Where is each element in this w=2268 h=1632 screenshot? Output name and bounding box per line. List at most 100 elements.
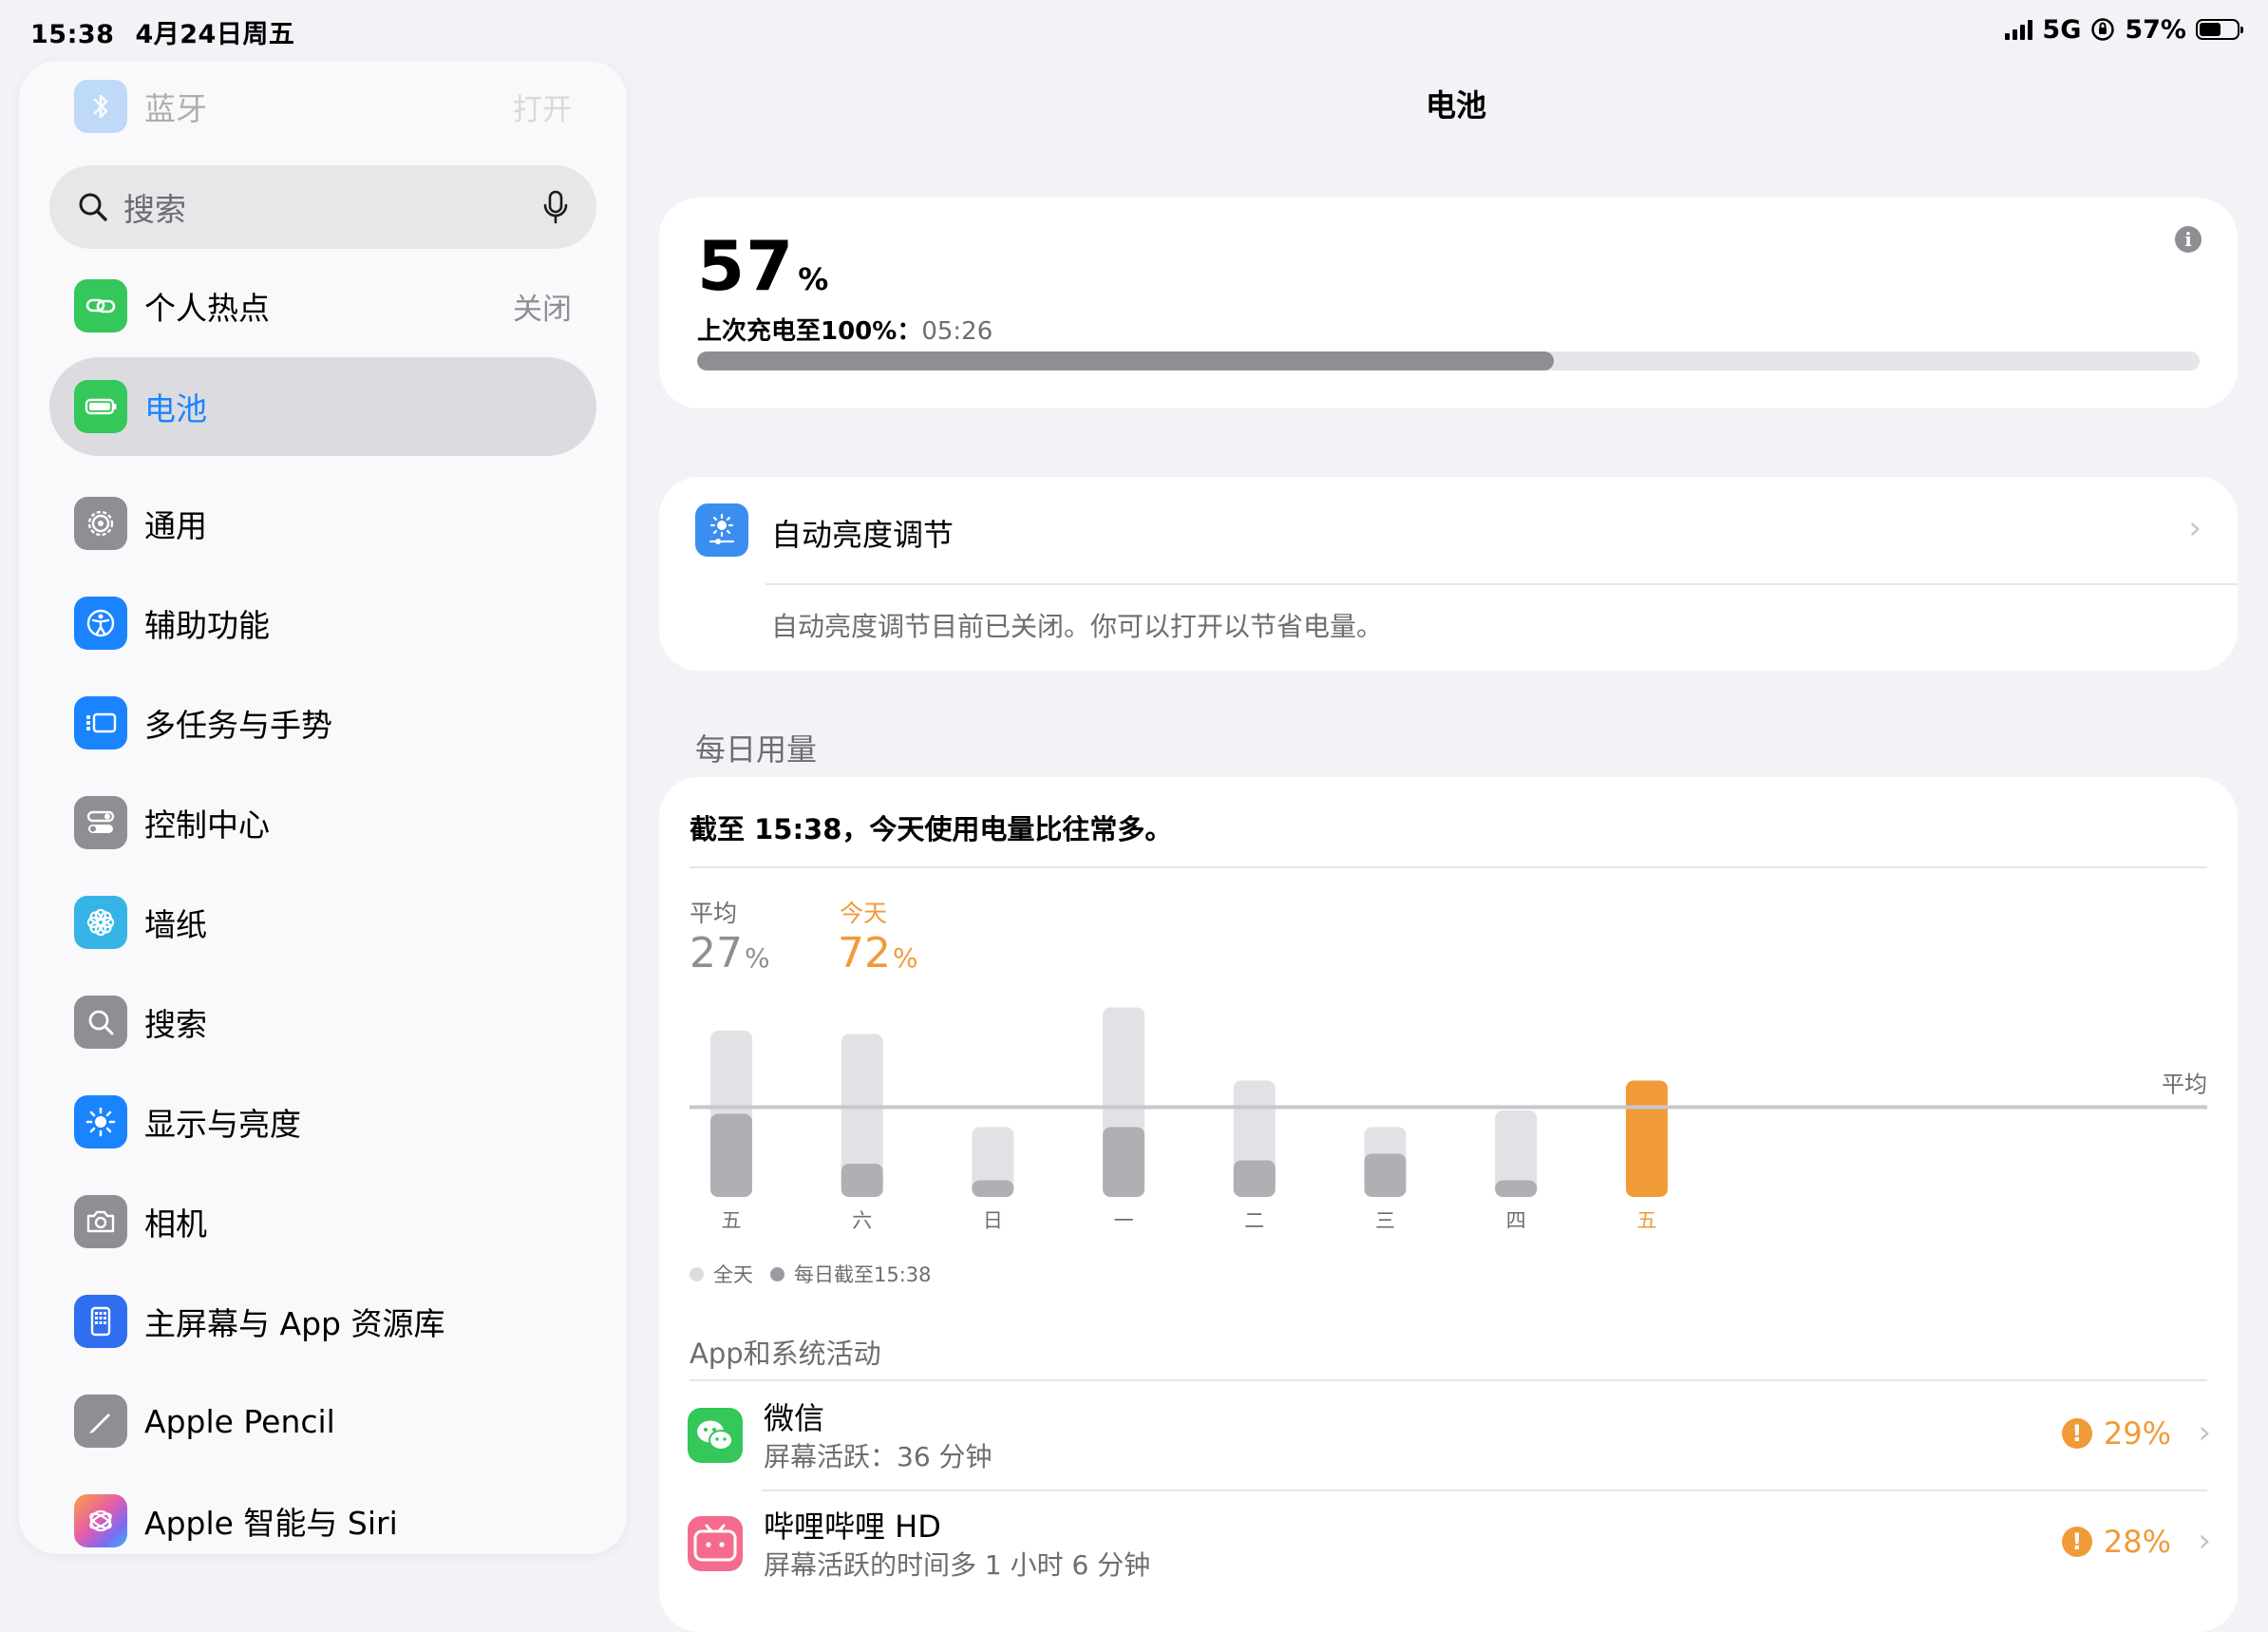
chevron-right-icon: › [2188,509,2202,547]
battery-status-icon [2196,19,2243,40]
sidebar-item-apple-intelligence-siri[interactable]: Apple 智能与 Siri [74,1483,572,1554]
auto-brightness-title: 自动亮度调节 [771,517,954,553]
bar-until-now [1103,1127,1145,1197]
app-usage-percent-value: 28% [2103,1524,2171,1560]
sidebar-item-label: 控制中心 [144,807,270,844]
divider [690,1379,2207,1381]
pencil-icon [74,1395,127,1448]
x-tick-label: 五 [722,1209,742,1232]
sidebar-item-general[interactable]: 通用 [74,485,572,561]
app-usage-percent: ! 28% [2061,1524,2171,1560]
sidebar-item-wallpaper[interactable]: 墙纸 [74,884,572,960]
wallpaper-icon [74,896,127,949]
sidebar-item-display-brightness[interactable]: 显示与亮度 [74,1084,572,1160]
page-title: 电池 [1425,87,1486,123]
sidebar-item-apple-pencil[interactable]: Apple Pencil [74,1383,572,1459]
chevron-right-icon: › [2198,1414,2211,1452]
sidebar-item-home-screen[interactable]: 主屏幕与 App 资源库 [74,1283,572,1359]
battery-icon [74,380,127,433]
daily-usage-chart: 五 六 日 一 二 三 四 五 平均 [690,1007,2207,1232]
sidebar-item-label: 搜索 [144,1006,207,1043]
status-time: 15:38 [30,20,115,49]
sidebar-item-value: 打开 [513,92,572,127]
microphone-icon[interactable] [541,189,570,225]
app-detail: 屏幕活跃：36 分钟 [764,1441,992,1472]
sidebar-item-control-center[interactable]: 控制中心 [74,785,572,861]
battery-percent-value: 57 [697,226,795,306]
app-activity-section-title: App和系统活动 [690,1338,881,1370]
x-tick-label: 六 [852,1209,872,1232]
sidebar-item-hotspot[interactable]: 个人热点 关闭 [74,268,572,344]
legend-dot-all-day [690,1266,704,1281]
hotspot-icon [74,279,127,332]
divider [765,583,2238,585]
sidebar-item-search[interactable]: 搜索 [74,984,572,1060]
sidebar-item-label: 通用 [144,507,207,544]
chart-legend: 全天 每日截至15:38 [690,1260,932,1288]
sidebar-search-input[interactable]: 搜索 [49,165,596,249]
bar-until-now [1495,1180,1538,1197]
auto-brightness-card[interactable]: 自动亮度调节 › 自动亮度调节目前已关闭。你可以打开以节省电量。 [659,477,2238,671]
last-charge-time: 05:26 [921,317,993,346]
warning-icon: ! [2061,1527,2092,1557]
x-tick-label: 二 [1244,1209,1264,1232]
battery-level-card: 57% i 上次充电至100%：05:26 [659,198,2238,408]
x-tick-label: 日 [983,1209,1003,1232]
sidebar-item-camera[interactable]: 相机 [74,1184,572,1260]
battery-level-bar [697,351,2200,370]
bluetooth-icon [74,80,127,133]
daily-usage-section-title: 每日用量 [695,731,818,768]
battery-level-fill [697,351,1554,370]
orientation-lock-icon [2091,18,2115,41]
sidebar-item-label: Apple 智能与 Siri [144,1505,398,1542]
sidebar-item-label: 电池 [144,390,207,427]
settings-sidebar: 蓝牙 打开 搜索 个人热点 关闭 电池 通用 辅助功能 多任务与手势 控制中心 … [19,61,627,1554]
camera-icon [74,1195,127,1248]
cellular-signal-icon [2005,19,2033,40]
siri-icon [74,1494,127,1547]
legend-all-day: 全天 [713,1263,753,1286]
last-charge-info: 上次充电至100%：05:26 [697,312,992,347]
auto-brightness-description: 自动亮度调节目前已关闭。你可以打开以节省电量。 [771,611,1384,642]
divider [762,1490,2207,1491]
x-tick-label: 一 [1114,1209,1134,1232]
status-indicators: 5G 57% [2005,13,2243,46]
auto-brightness-icon [695,503,748,557]
bar-until-now [972,1180,1014,1197]
x-tick-label: 三 [1375,1209,1395,1232]
accessibility-icon [74,597,127,650]
sidebar-item-label: Apple Pencil [144,1402,335,1440]
daily-usage-card: 截至 15:38，今天使用电量比往常多。 平均 27% 今天 72% 五六日一二… [659,777,2238,1632]
status-time-date: 15:38 4月24日周五 [30,13,294,50]
battery-percent-unit: % [798,261,830,297]
bar-today [1625,1080,1668,1197]
network-type: 5G [2042,14,2082,45]
bar-until-now [1233,1160,1276,1197]
app-usage-percent-value: 29% [2103,1415,2171,1452]
legend-until-now: 每日截至15:38 [794,1263,932,1286]
info-icon[interactable]: i [2175,226,2202,253]
battery-status-fill [2200,23,2221,36]
app-name: 微信 [764,1400,825,1436]
bar-until-now [1364,1153,1407,1197]
sidebar-item-multitasking[interactable]: 多任务与手势 [74,685,572,761]
sidebar-item-label: 个人热点 [144,290,270,327]
sidebar-item-label: 相机 [144,1205,207,1243]
bar-until-now [710,1113,752,1197]
bar-until-now [841,1164,883,1197]
control-center-icon [74,796,127,849]
search-icon [74,996,127,1049]
sidebar-item-bluetooth[interactable]: 蓝牙 打开 [74,68,572,144]
app-name: 哔哩哔哩 HD [764,1509,941,1545]
sidebar-item-label: 主屏幕与 App 资源库 [144,1305,445,1342]
brightness-icon [74,1095,127,1148]
last-charge-label: 上次充电至100%： [697,317,922,346]
sidebar-item-accessibility[interactable]: 辅助功能 [74,585,572,661]
search-placeholder: 搜索 [123,191,186,228]
sidebar-item-label: 蓝牙 [144,90,207,127]
search-icon [79,193,107,221]
sidebar-item-label: 墙纸 [144,906,207,943]
bilibili-icon [688,1516,743,1571]
sidebar-item-battery[interactable]: 电池 [74,369,572,445]
average-line-label: 平均 [2162,1072,2207,1098]
